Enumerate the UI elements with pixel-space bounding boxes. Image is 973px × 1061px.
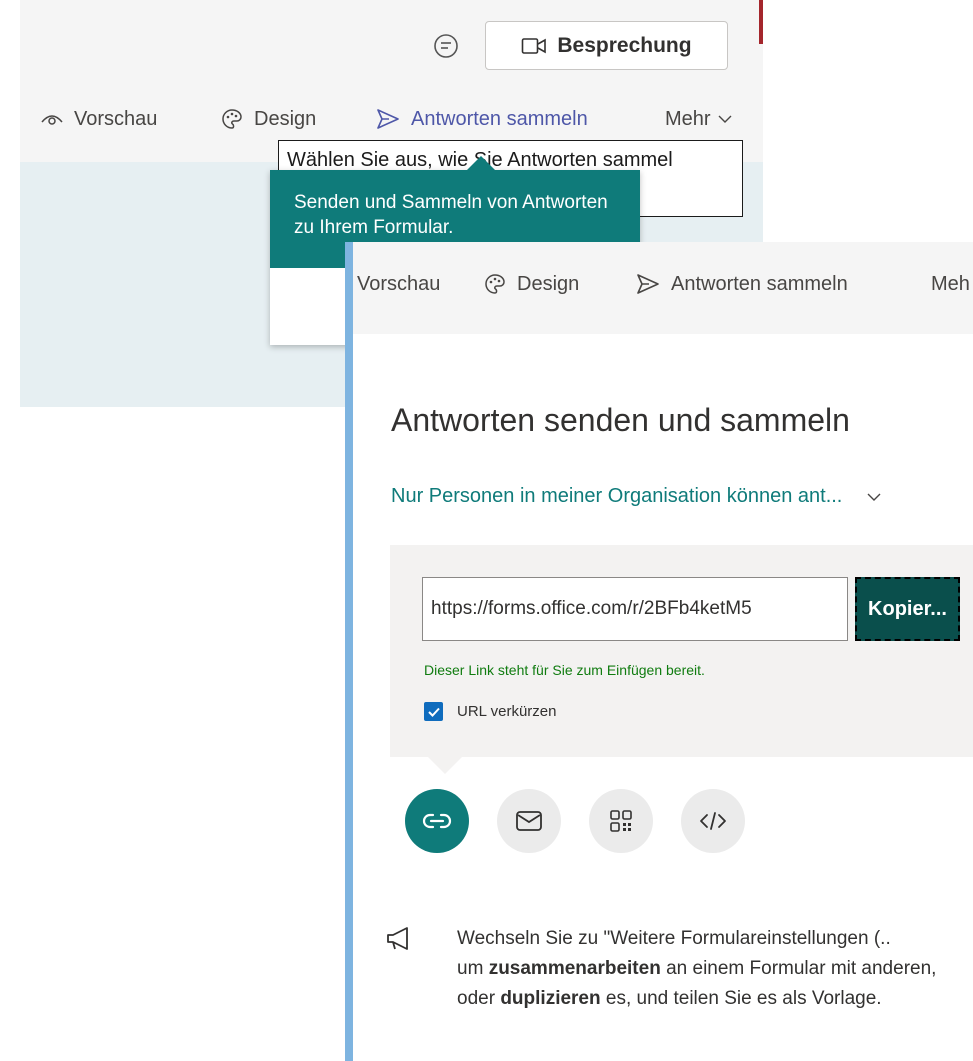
design-button[interactable]: Design — [483, 267, 579, 301]
palette-icon — [485, 274, 505, 294]
callout-arrow — [466, 156, 496, 171]
hint-part-1: Wechseln Sie zu "Weitere Formulareinstel… — [457, 928, 891, 949]
hint-text: Wechseln Sie zu "Weitere Formulareinstel… — [457, 924, 973, 1014]
checkbox-checked-icon — [424, 702, 443, 721]
hint-bold-duplicate: duplizieren — [500, 988, 601, 1009]
hint-part-2: um — [457, 958, 489, 979]
collect-responses-button[interactable]: Antworten sammeln — [375, 103, 588, 135]
megaphone-icon — [387, 927, 408, 950]
preview-button[interactable]: Vorschau — [40, 103, 157, 135]
more-button[interactable]: Mehr — [665, 103, 733, 135]
palette-icon — [222, 109, 242, 129]
link-icon — [422, 813, 452, 829]
front-screenshot: Vorschau Design Antworten sammeln Meh An… — [345, 242, 973, 1061]
collect-responses-label: Antworten sammeln — [411, 107, 588, 130]
eye-icon — [41, 115, 63, 125]
audience-dropdown[interactable]: Nur Personen in meiner Organisation könn… — [391, 485, 882, 508]
chat-icon[interactable] — [430, 30, 462, 62]
more-label: Mehr — [665, 107, 711, 130]
collect-responses-label: Antworten sammeln — [671, 272, 848, 295]
link-share-button[interactable] — [405, 789, 469, 853]
window-accent — [759, 0, 763, 44]
hint-part-4: es, und teilen Sie es als Vorlage. — [600, 988, 882, 1009]
copy-button[interactable]: Kopier... — [855, 577, 960, 641]
panel-pointer — [428, 757, 462, 774]
chevron-down-icon — [867, 493, 881, 501]
shorten-url-checkbox[interactable]: URL verkürzen — [424, 702, 556, 721]
more-button[interactable]: Meh — [931, 267, 970, 301]
preview-label: Vorschau — [357, 272, 441, 295]
preview-button[interactable]: Vorschau — [357, 267, 440, 301]
send-icon — [377, 109, 399, 129]
email-share-button[interactable] — [497, 789, 561, 853]
embed-code-icon — [700, 812, 726, 830]
chevron-down-icon — [718, 115, 732, 123]
panel-title: Antworten senden und sammeln — [391, 402, 850, 438]
shorten-url-label: URL verkürzen — [457, 703, 557, 720]
qr-code-icon — [610, 810, 632, 832]
callout-text: Senden und Sammeln von Antworten zu Ihre… — [294, 192, 608, 238]
embed-share-button[interactable] — [681, 789, 745, 853]
preview-label: Vorschau — [74, 107, 158, 130]
design-button[interactable]: Design — [220, 103, 316, 135]
hint-bold-collaborate: zusammenarbeiten — [488, 958, 661, 979]
audience-value: Nur Personen in meiner Organisation könn… — [391, 485, 843, 507]
mail-icon — [516, 811, 542, 831]
copy-success-message: Dieser Link steht für Sie zum Einfügen b… — [424, 662, 705, 678]
send-icon — [637, 274, 659, 294]
design-label: Design — [517, 272, 580, 295]
share-link-input[interactable]: https://forms.office.com/r/2BFb4ketM5 — [422, 577, 848, 641]
qr-share-button[interactable] — [589, 789, 653, 853]
video-camera-icon — [522, 37, 547, 54]
panel-edge — [345, 242, 353, 1061]
design-label: Design — [254, 107, 317, 130]
meeting-button-label: Besprechung — [557, 33, 692, 57]
more-label: Meh — [931, 272, 970, 295]
collect-responses-button[interactable]: Antworten sammeln — [635, 267, 848, 301]
meeting-button[interactable]: Besprechung — [485, 21, 728, 70]
